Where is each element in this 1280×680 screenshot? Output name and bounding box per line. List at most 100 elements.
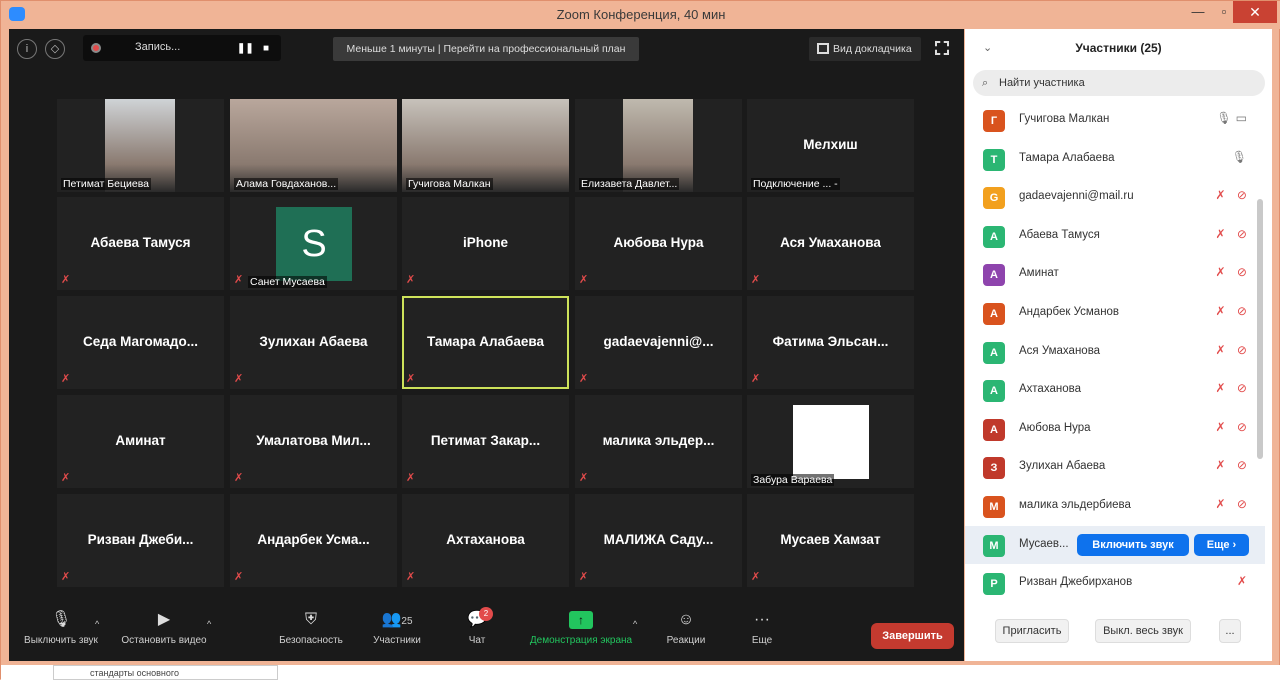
stop-recording-button[interactable]: ■ xyxy=(263,43,269,54)
pause-recording-button[interactable]: ❚❚ xyxy=(237,43,254,54)
participant-avatar: А xyxy=(983,418,1005,441)
participant-row[interactable]: Г Гучигова Малкан 🎙▭ xyxy=(965,101,1265,139)
search-icon: ⌕ xyxy=(982,77,989,89)
video-tile[interactable]: Андарбек Усма... ✗ xyxy=(230,494,397,587)
video-tile[interactable]: Тамара Алабаева ✗ xyxy=(402,296,569,389)
share-screen-button[interactable]: ↑ Демонстрация экрана xyxy=(519,611,643,646)
muted-mic-icon: ✗ xyxy=(751,274,761,286)
video-tile[interactable]: МАЛИЖА Саду... ✗ xyxy=(575,494,742,587)
participant-row[interactable]: А Ася Умаханова ✗ ⊘ xyxy=(965,333,1265,371)
more-button[interactable]: ··· Еще xyxy=(745,611,779,646)
upgrade-banner[interactable]: Меньше 1 минуты | Перейти на профессиона… xyxy=(333,37,639,61)
window-title: Zoom Конференция, 40 мин xyxy=(556,7,726,22)
participant-row[interactable]: Ммалика эльдербиева ✗ ⊘ xyxy=(965,487,1265,525)
tile-display-name: Андарбек Усма... xyxy=(257,532,370,547)
video-tile[interactable]: малика эльдер... ✗ xyxy=(575,395,742,488)
video-tile[interactable]: S ✗ Санет Мусаева xyxy=(230,197,397,290)
video-tile[interactable]: Мусаев Хамзат ✗ xyxy=(747,494,914,587)
minimize-button[interactable]: — xyxy=(1185,1,1211,23)
participants-button[interactable]: 👥25 Участники xyxy=(361,611,433,646)
security-button[interactable]: ⛨ Безопасность xyxy=(271,611,351,646)
share-options-caret[interactable]: ^ xyxy=(633,619,637,629)
tile-status-label: Подключение ... - xyxy=(751,178,840,190)
tile-display-name: Абаева Тамуся xyxy=(90,235,191,250)
muted-mic-icon: ✗ xyxy=(61,472,71,484)
audio-options-caret[interactable]: ^ xyxy=(95,619,99,629)
info-icon[interactable]: i xyxy=(17,39,37,59)
video-tile[interactable]: Забура Вараева xyxy=(747,395,914,488)
reactions-label: Реакции xyxy=(666,635,706,646)
participant-row[interactable]: Р Ризван Джебирханов ✗ xyxy=(965,564,1265,602)
video-tile[interactable]: Ахтаханова ✗ xyxy=(402,494,569,587)
muted-mic-icon: ✗ xyxy=(751,571,761,583)
video-tile[interactable]: Ризван Джеби... ✗ xyxy=(57,494,224,587)
participant-row[interactable]: А Абаева Тамуся ✗ ⊘ xyxy=(965,217,1265,255)
video-tile[interactable]: Петимат Бециева xyxy=(57,99,224,192)
video-tile[interactable]: gadaevajenni@... ✗ xyxy=(575,296,742,389)
video-tile[interactable]: Аюбова Нура ✗ xyxy=(575,197,742,290)
tile-display-name: Ризван Джеби... xyxy=(87,532,194,547)
end-meeting-button[interactable]: Завершить xyxy=(871,623,954,649)
video-tile[interactable]: Седа Магомадо... ✗ xyxy=(57,296,224,389)
participant-row[interactable]: А Ахтаханова ✗ ⊘ xyxy=(965,371,1265,409)
muted-mic-icon: ✗ xyxy=(751,373,761,385)
chat-icon: 💬 2 xyxy=(467,607,493,629)
mute-all-button[interactable]: Выкл. весь звук xyxy=(1095,619,1191,643)
recording-indicator: Запись... ❚❚ ■ xyxy=(83,35,281,61)
recording-label: Запись... xyxy=(135,41,181,53)
tile-display-name: Фатима Эльсан... xyxy=(772,334,889,349)
stop-video-button[interactable]: ▶ Остановить видео xyxy=(115,611,213,646)
participant-row[interactable]: А Аминат ✗ ⊘ xyxy=(965,255,1265,293)
camera-icon: ▶ xyxy=(157,611,171,628)
muted-mic-icon: ✗ xyxy=(234,571,244,583)
unmute-participant-button[interactable]: Включить звук xyxy=(1077,533,1189,556)
mute-button[interactable]: 🎙 Выключить звук xyxy=(15,611,107,646)
video-tile[interactable]: Петимат Закар... ✗ xyxy=(402,395,569,488)
video-tile[interactable]: Мелхиш Подключение ... - xyxy=(747,99,914,192)
participant-more-button[interactable]: Еще › xyxy=(1194,533,1249,556)
video-tile[interactable]: Алама Говдаханов... xyxy=(230,99,397,192)
speaker-view-button[interactable]: Вид докладчика xyxy=(809,37,921,61)
close-button[interactable]: ✕ xyxy=(1233,1,1277,23)
video-tile[interactable]: Аминат ✗ xyxy=(57,395,224,488)
shield-icon[interactable]: ◇ xyxy=(45,39,65,59)
mute-label: Выключить звук xyxy=(24,635,98,646)
meeting-stage: i ◇ Запись... ❚❚ ■ Меньше 1 минуты | Пер… xyxy=(9,29,964,661)
share-screen-icon: ↑ xyxy=(569,611,593,629)
video-tile[interactable]: Гучигова Малкан xyxy=(402,99,569,192)
security-shield-icon: ⛨ xyxy=(304,611,317,628)
video-tile[interactable]: Фатима Эльсан... ✗ xyxy=(747,296,914,389)
participant-row[interactable]: А Аюбова Нура ✗ ⊘ xyxy=(965,410,1265,448)
invite-button[interactable]: Пригласить xyxy=(995,619,1069,643)
tile-display-name: Аюбова Нура xyxy=(613,235,704,250)
participant-avatar: G xyxy=(983,187,1005,210)
participant-row[interactable]: З Зулихан Абаева ✗ ⊘ xyxy=(965,448,1265,486)
tile-display-name: Ася Умаханова xyxy=(780,235,881,250)
reactions-button[interactable]: ☺ Реакции xyxy=(659,611,713,646)
participant-avatar: А xyxy=(983,264,1005,287)
participants-header: ⌄ Участники (25) xyxy=(965,29,1272,67)
mic-camera-off-icon: ✗ ⊘ xyxy=(1215,226,1251,241)
more-label: Еще xyxy=(751,635,773,646)
participant-search-input[interactable]: ⌕ Найти участника xyxy=(973,70,1265,96)
panel-more-button[interactable]: ... xyxy=(1219,619,1241,643)
video-tile[interactable]: Елизавета Давлет... xyxy=(575,99,742,192)
participant-row[interactable]: Т Тамара Алабаева 🎙 xyxy=(965,140,1265,178)
video-tile[interactable]: Зулихан Абаева ✗ xyxy=(230,296,397,389)
chevron-down-icon[interactable]: ⌄ xyxy=(983,29,992,67)
view-icon xyxy=(817,43,829,54)
chat-button[interactable]: 💬 2 Чат xyxy=(457,607,497,646)
mic-camera-off-icon: ✗ ⊘ xyxy=(1215,188,1251,203)
fullscreen-icon[interactable] xyxy=(935,41,949,55)
video-options-caret[interactable]: ^ xyxy=(207,619,211,629)
panel-scrollbar[interactable] xyxy=(1257,199,1263,459)
participant-row[interactable]: А Андарбек Усманов ✗ ⊘ xyxy=(965,294,1265,332)
participant-row[interactable]: Ggadaevajenni@mail.ru ✗ ⊘ xyxy=(965,178,1265,216)
video-tile[interactable]: Умалатова Мил... ✗ xyxy=(230,395,397,488)
tile-display-name: Седа Магомадо... xyxy=(83,334,198,349)
participant-row[interactable]: М Мусаев... Включить звук Еще › xyxy=(965,525,1265,564)
participant-name: Гучигова Малкан xyxy=(1019,113,1110,125)
video-tile[interactable]: Ася Умаханова ✗ xyxy=(747,197,914,290)
video-tile[interactable]: Абаева Тамуся ✗ xyxy=(57,197,224,290)
video-tile[interactable]: iPhone ✗ xyxy=(402,197,569,290)
